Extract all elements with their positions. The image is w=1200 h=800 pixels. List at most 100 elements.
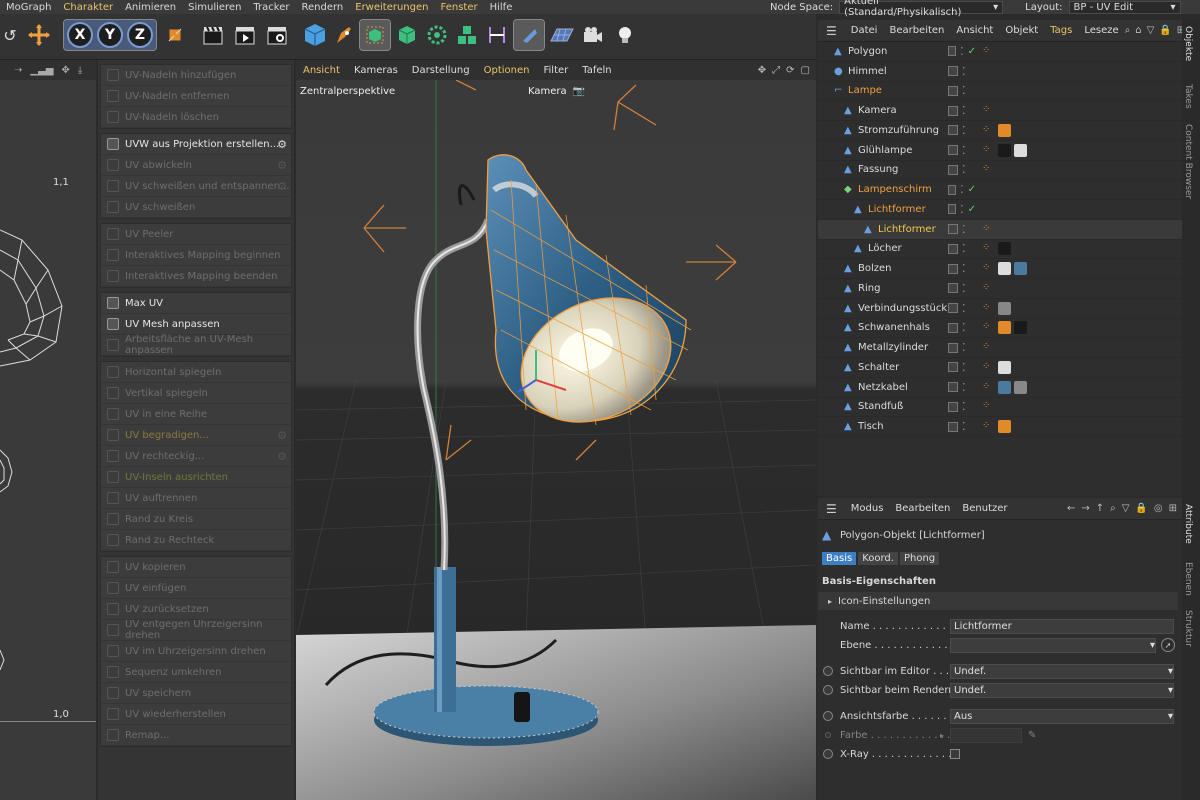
uv-tool-item[interactable]: UV schweißen und entspannen... ⚙ — [101, 176, 291, 197]
subdivision-button[interactable] — [359, 19, 391, 51]
attrmenu-benutzer[interactable]: Benutzer — [956, 503, 1013, 514]
uv-tool-item[interactable]: Horizontal spiegeln — [101, 362, 291, 383]
layer-checkbox[interactable] — [948, 46, 957, 57]
menu-hilfe[interactable]: Hilfe — [484, 2, 519, 13]
attr-viewcolor-dropdown[interactable]: Aus ▾ — [950, 708, 1174, 724]
layer-checkbox[interactable] — [948, 164, 958, 175]
layer-checkbox[interactable] — [948, 204, 957, 215]
render-picture-button[interactable] — [230, 20, 260, 50]
object-row[interactable]: ▲ Lichtformer ⁚ ⁘ — [818, 219, 1182, 240]
attr-editor-dropdown[interactable]: Undef. ▾ — [950, 663, 1174, 679]
enabled-check-icon[interactable]: ✓ — [968, 46, 976, 57]
uv-tool-item[interactable]: UV begradigen... ⚙ — [101, 425, 291, 446]
layer-checkbox[interactable] — [948, 125, 958, 136]
viewport-menu-darstellung[interactable]: Darstellung — [405, 65, 477, 76]
layer-checkbox[interactable] — [948, 184, 957, 195]
visibility-dots-icon[interactable]: ⁚ — [962, 420, 966, 433]
phong-tag-icon[interactable]: ⁘ — [982, 321, 995, 334]
uv-tool-item[interactable]: UV im Uhrzeigersinn drehen — [101, 641, 291, 662]
uv-tool-item[interactable]: Vertikal spiegeln — [101, 383, 291, 404]
phong-tag-icon[interactable]: ⁘ — [982, 223, 995, 236]
layer-checkbox[interactable] — [948, 382, 958, 393]
layer-checkbox[interactable] — [948, 401, 958, 412]
visibility-dots-icon[interactable]: ⁚ — [962, 163, 966, 176]
render-view-button[interactable] — [198, 20, 228, 50]
object-row[interactable]: ▲ Schwanenhals ⁚ ⁘ — [818, 319, 1182, 339]
material-tag[interactable] — [1014, 321, 1027, 335]
uv-tool-item[interactable]: UV-Nadeln löschen — [101, 107, 291, 128]
uv-tool-item[interactable]: Rand zu Kreis — [101, 509, 291, 530]
objmenu-objekt[interactable]: Objekt — [999, 25, 1044, 36]
hamburger-icon[interactable]: ☰ — [818, 502, 845, 516]
uv-tool-item[interactable]: UV schweißen — [101, 197, 291, 218]
object-row[interactable]: ▲ Netzkabel ⁚ ⁘ — [818, 378, 1182, 398]
visibility-dots-icon[interactable]: ⁚ — [962, 144, 966, 157]
visibility-dots-icon[interactable]: ⁚ — [960, 45, 964, 58]
attr-tab-koord[interactable]: Koord. — [858, 551, 898, 565]
objmenu-tags[interactable]: Tags — [1044, 25, 1078, 36]
new-window-icon[interactable]: ⊞ — [1169, 503, 1177, 514]
lock-icon[interactable]: 🔒 — [1135, 503, 1147, 514]
phong-tag-icon[interactable]: ⁘ — [982, 144, 995, 157]
phong-tag-icon[interactable]: ⁘ — [982, 163, 995, 176]
material-tag[interactable] — [998, 360, 1011, 374]
layer-checkbox[interactable] — [948, 283, 958, 294]
phong-tag-icon[interactable]: ⁘ — [982, 361, 995, 374]
object-row[interactable]: ▲ Löcher ⁚ ⁘ — [818, 240, 1182, 260]
attrmenu-bearbeiten[interactable]: Bearbeiten — [889, 503, 956, 514]
material-tag[interactable] — [1014, 143, 1027, 157]
objmenu-ansicht[interactable]: Ansicht — [950, 25, 999, 36]
object-row[interactable]: ▲ Metallzylinder ⁚ ⁘ — [818, 338, 1182, 358]
material-tag[interactable] — [998, 420, 1011, 434]
side-tab-struktur[interactable]: Struktur — [1183, 610, 1193, 647]
menu-erweiterungen[interactable]: Erweiterungen — [349, 2, 434, 13]
phong-tag-icon[interactable]: ⁘ — [982, 242, 995, 255]
layer-checkbox[interactable] — [948, 145, 958, 156]
maximize-view-icon[interactable]: ▢ — [801, 65, 810, 76]
uv-tool-item[interactable]: Sequenz umkehren — [101, 662, 291, 683]
material-tag[interactable] — [998, 262, 1011, 276]
visibility-dots-icon[interactable]: ⁚ — [962, 65, 966, 78]
uv-canvas[interactable]: ➝ ▁▃▅ ✥ ⤓ 1,1 1,0 — [0, 60, 96, 800]
object-row[interactable]: ▲ Glühlampe ⁚ ⁘ — [818, 141, 1182, 161]
menu-animieren[interactable]: Animieren — [119, 2, 182, 13]
phong-tag-icon[interactable]: ⁘ — [982, 400, 995, 413]
array-button[interactable] — [452, 20, 482, 50]
cloner-button[interactable] — [422, 20, 452, 50]
uv-tool-item[interactable]: UV Peeler — [101, 224, 291, 245]
menu-simulieren[interactable]: Simulieren — [182, 2, 247, 13]
side-tab-content-browser[interactable]: Content Browser — [1183, 124, 1193, 199]
rotate-view-icon[interactable]: ⟳ — [786, 65, 794, 76]
object-row[interactable]: ▲ Kamera ⁚ ⁘ — [818, 101, 1182, 121]
material-tag[interactable] — [998, 143, 1011, 157]
material-tag[interactable] — [998, 301, 1011, 315]
attr-editor-animate-dot[interactable] — [823, 666, 833, 676]
phong-tag-icon[interactable]: ⁘ — [982, 124, 995, 137]
viewport-scene[interactable]: Zentralperspektive Kamera 📷 — [296, 79, 816, 800]
bend-deformer-button[interactable] — [482, 20, 512, 50]
viewport-camera-label[interactable]: Kamera 📷 — [528, 86, 585, 97]
objmenu-bearbeiten[interactable]: Bearbeiten — [883, 25, 950, 36]
uv-tool-item[interactable]: Arbeitsfläche an UV-Mesh anpassen — [101, 334, 291, 356]
visibility-dots-icon[interactable]: ⁚ — [962, 400, 966, 413]
pan-view-icon[interactable]: ✥ — [758, 65, 766, 76]
attr-subsection-row[interactable]: ▸ Icon-Einstellungen — [818, 592, 1178, 610]
uv-tool-item[interactable]: UV in eine Reihe — [101, 404, 291, 425]
layer-checkbox[interactable] — [948, 224, 958, 235]
visibility-dots-icon[interactable]: ⁚ — [962, 104, 966, 117]
light-button[interactable] — [610, 20, 640, 50]
field-button[interactable] — [513, 19, 545, 51]
uv-tool-item[interactable]: UV-Nadeln hinzufügen — [101, 65, 291, 86]
layer-checkbox[interactable] — [948, 263, 958, 274]
uv-tool-item[interactable]: UV speichern — [101, 683, 291, 704]
uv-tool-item[interactable]: UV Mesh anpassen — [101, 314, 291, 335]
menu-charakter[interactable]: Charakter — [57, 2, 119, 13]
render-settings-button[interactable] — [262, 20, 292, 50]
material-tag[interactable] — [1014, 380, 1027, 394]
object-row[interactable]: ▲ Ring ⁚ ⁘ — [818, 279, 1182, 299]
uv-tool-item[interactable]: UV kopieren — [101, 557, 291, 578]
gear-icon[interactable]: ⚙ — [277, 429, 287, 442]
arrow-up-icon[interactable]: ↑ — [1096, 503, 1104, 514]
attr-layer-field[interactable]: ▾ — [950, 637, 1156, 653]
layer-checkbox[interactable] — [948, 342, 958, 353]
